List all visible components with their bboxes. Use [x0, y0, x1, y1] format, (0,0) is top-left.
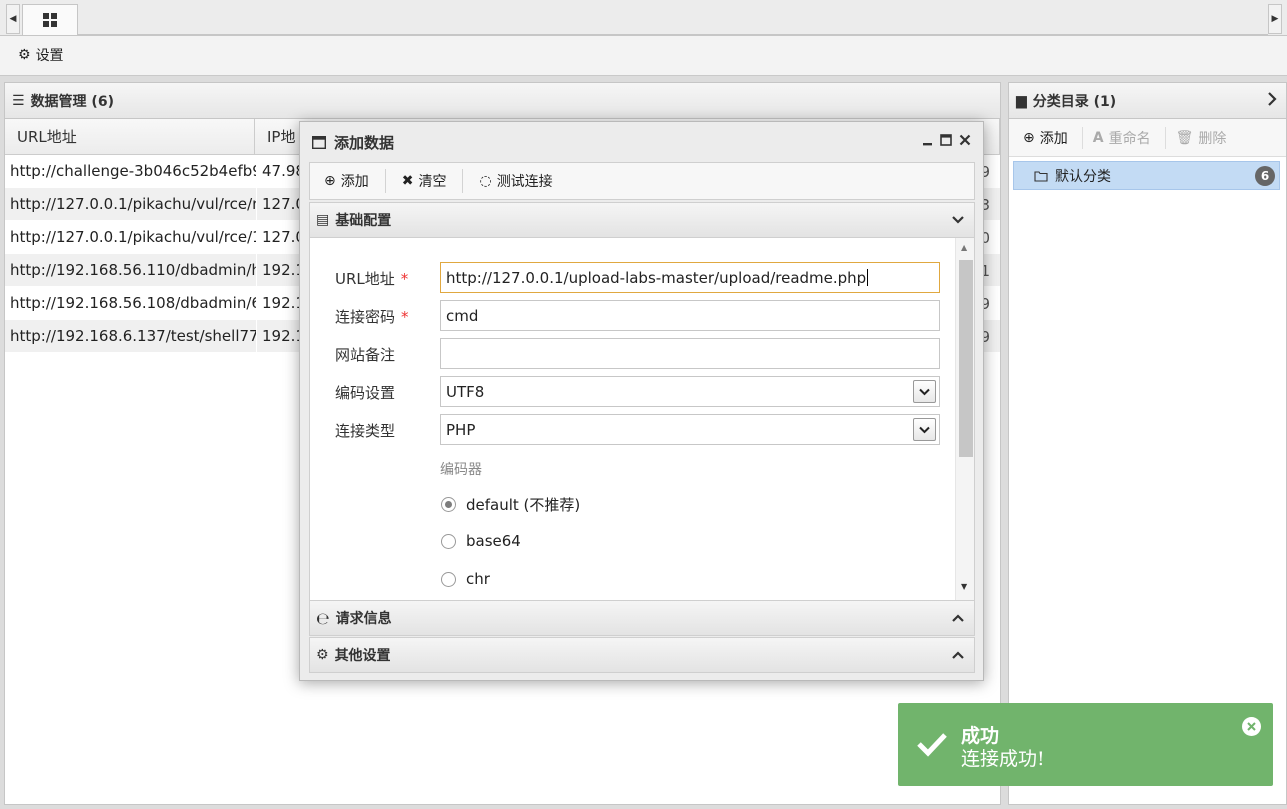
encoder-option-base64[interactable]: base64 [441, 532, 521, 550]
toast-close-icon[interactable] [1242, 717, 1261, 736]
tab-scroll-right-button[interactable]: ▶ [1268, 4, 1282, 34]
gears-icon: ⚙ [316, 647, 329, 663]
scroll-up-icon[interactable]: ▲ [961, 243, 967, 252]
chevron-down-icon[interactable] [913, 418, 936, 441]
text-cursor [867, 269, 869, 286]
scroll-down-icon[interactable]: ▼ [961, 582, 967, 591]
category-delete-button[interactable]: 🗑 删除 [1176, 127, 1241, 149]
connection-type-label: 连接类型 [335, 422, 396, 440]
x-icon: ✖ [401, 173, 414, 189]
cell-url: http://challenge-3b046c52b4efb9( [5, 155, 257, 187]
cell-url: http://192.168.56.110/dbadmin/ha [5, 254, 257, 286]
radio-icon [441, 533, 456, 549]
basic-config-form: URL地址 * http://127.0.0.1/upload-labs-mast… [309, 238, 975, 602]
dialog-add-button[interactable]: ⊕ 添加 [316, 169, 386, 193]
success-toast: 成功 连接成功! [898, 703, 1273, 786]
close-icon[interactable] [959, 134, 971, 146]
list-icon: ☰ [12, 92, 25, 109]
section-request-header[interactable]: ℮ 请求信息 [309, 600, 975, 636]
main-toolbar: ⚙ 设置 [0, 36, 1287, 76]
plus-circle-icon: ⊕ [1023, 129, 1035, 146]
category-rename-button[interactable]: A 重命名 [1092, 126, 1166, 149]
encoding-select[interactable]: UTF8 [440, 376, 940, 407]
radio-icon [441, 571, 456, 587]
dialog-clear-button[interactable]: ✖ 清空 [394, 169, 464, 193]
category-panel: ▆ 分类目录 (1) ⊕ 添加 A 重命名 🗑 删除 默认分类 6 [1008, 82, 1287, 805]
tab-divider [78, 34, 1268, 35]
chevron-down-icon [952, 213, 964, 229]
count-badge: 6 [1255, 166, 1275, 186]
folder-outline-icon [1034, 170, 1048, 182]
cell-url: http://127.0.0.1/pikachu/vul/rce/r [5, 188, 257, 220]
gear-icon: ⚙ [18, 47, 31, 63]
encoder-label: 编码器 [440, 462, 482, 478]
checkmark-icon [917, 733, 947, 757]
window-icon [312, 135, 326, 149]
password-label: 连接密码 * [335, 308, 409, 326]
chevron-up-icon [952, 648, 964, 664]
category-item-default[interactable]: 默认分类 6 [1013, 161, 1280, 190]
tab-bar: ◀ ▶ [0, 0, 1287, 36]
settings-button[interactable]: ⚙ 设置 [18, 45, 64, 65]
section-basic-header[interactable]: ▤ 基础配置 [309, 202, 975, 238]
url-input[interactable]: http://127.0.0.1/upload-labs-master/uplo… [440, 262, 940, 293]
section-other-header[interactable]: ⚙ 其他设置 [309, 637, 975, 673]
spinner-icon: ◌ [479, 173, 492, 189]
font-icon: A [1092, 129, 1104, 146]
dialog-title-bar[interactable]: 添加数据 [300, 122, 983, 162]
form-scrollbar[interactable]: ▲ ▼ [955, 238, 974, 601]
chevron-up-icon [952, 611, 964, 627]
ie-icon: ℮ [316, 608, 330, 628]
data-panel-header: ☰ 数据管理 (6) [5, 83, 1000, 119]
category-toolbar: ⊕ 添加 A 重命名 🗑 删除 [1009, 119, 1286, 157]
document-icon: ▤ [316, 212, 330, 228]
cell-url: http://192.168.56.108/dbadmin/6( [5, 287, 257, 319]
scrollbar-thumb[interactable] [959, 260, 973, 457]
folder-icon: ▆ [1016, 92, 1027, 109]
note-label: 网站备注 [335, 346, 396, 364]
encoder-option-chr[interactable]: chr [441, 570, 490, 588]
cell-url: http://192.168.6.137/test/shell77. [5, 320, 257, 352]
grid-icon [43, 13, 57, 27]
note-input[interactable] [440, 338, 940, 369]
dialog-toolbar: ⊕ 添加 ✖ 清空 ◌ 测试连接 [309, 162, 975, 200]
radio-icon [441, 497, 456, 512]
category-panel-header: ▆ 分类目录 (1) [1009, 83, 1286, 119]
tab-scroll-left-button[interactable]: ◀ [6, 4, 20, 34]
minimize-icon[interactable] [922, 134, 933, 146]
plus-circle-icon: ⊕ [324, 173, 336, 189]
encoder-option-default[interactable]: default (不推荐) [441, 494, 580, 515]
chevron-down-icon[interactable] [913, 380, 936, 403]
test-connection-button[interactable]: ◌ 测试连接 [471, 169, 568, 193]
tab-home[interactable] [22, 4, 78, 35]
url-label: URL地址 * [335, 270, 409, 288]
encoding-label: 编码设置 [335, 384, 396, 402]
chevron-right-icon[interactable] [1266, 92, 1278, 110]
category-add-button[interactable]: ⊕ 添加 [1023, 126, 1083, 149]
maximize-icon[interactable] [940, 134, 952, 146]
connection-type-select[interactable]: PHP [440, 414, 940, 445]
trash-icon: 🗑 [1175, 129, 1194, 146]
add-data-dialog: 添加数据 ⊕ 添加 ✖ 清空 ◌ 测试连接 ▤ 基础配置 URL地址 * http://… [299, 121, 984, 681]
password-input[interactable]: cmd [440, 300, 940, 331]
column-header-url[interactable]: URL地址 [5, 119, 255, 154]
toast-message: 连接成功! [961, 748, 1045, 770]
cell-url: http://127.0.0.1/pikachu/vul/rce/1 [5, 221, 257, 253]
dialog-window-controls [922, 134, 971, 146]
